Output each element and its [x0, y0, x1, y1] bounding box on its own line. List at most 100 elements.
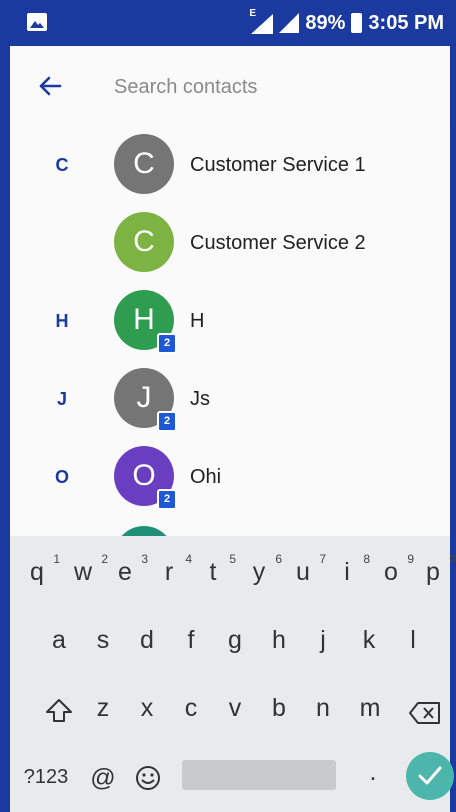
key-label: c [184, 694, 198, 722]
key-t[interactable]: t5 [200, 552, 236, 587]
contact-row[interactable]: C Customer Service 2 [10, 204, 450, 282]
avatar: C [114, 212, 174, 272]
device-frame-right [450, 0, 456, 812]
contact-row[interactable]: H H 2 H [10, 282, 450, 360]
key-l[interactable]: l [400, 626, 426, 655]
key-z[interactable]: z [90, 694, 116, 723]
back-arrow-icon[interactable] [32, 68, 68, 104]
key-hint: 1 [53, 552, 60, 566]
space-bar[interactable] [182, 760, 336, 790]
avatar-initial: O [132, 459, 156, 492]
sim-badge: 2 [157, 411, 177, 432]
search-input[interactable] [112, 68, 416, 106]
key-label: y [252, 558, 266, 586]
key-hint: 8 [363, 552, 370, 566]
key-hint: 6 [275, 552, 282, 566]
avatar-initial: J [136, 381, 152, 414]
avatar-initial: C [133, 147, 155, 180]
avatar: O 2 [114, 446, 177, 510]
contact-name: Js [190, 388, 210, 410]
device-frame-left [0, 0, 10, 812]
key-hint: 0 [449, 552, 456, 566]
key-label: d [140, 626, 154, 654]
key-label: q [30, 558, 44, 586]
signal-icon-1: E [249, 8, 274, 34]
key-label: r [164, 558, 174, 586]
key-r[interactable]: r4 [156, 552, 192, 587]
keyboard: q1 w2 e3 r4 t5 y6 u7 i8 o9 p0 a s d f g … [10, 536, 456, 812]
key-label: o [384, 558, 398, 586]
avatar: H 2 [114, 290, 177, 354]
key-label: h [272, 626, 286, 654]
key-d[interactable]: d [134, 626, 160, 655]
emoji-icon[interactable] [134, 764, 162, 792]
checkmark-icon [418, 766, 442, 785]
key-y[interactable]: y6 [246, 552, 282, 587]
key-w[interactable]: w2 [68, 552, 108, 587]
key-n[interactable]: n [310, 694, 336, 723]
avatar-initial: C [133, 225, 155, 258]
key-p[interactable]: p0 [420, 552, 456, 587]
key-label: k [362, 626, 376, 654]
key-q[interactable]: q1 [24, 552, 60, 587]
avatar: C [114, 134, 174, 194]
key-label: l [410, 626, 416, 654]
key-label: n [316, 694, 330, 722]
at-key[interactable]: @ [90, 764, 116, 793]
key-x[interactable]: x [134, 694, 160, 723]
key-a[interactable]: a [46, 626, 72, 655]
key-k[interactable]: k [356, 626, 382, 655]
contact-row[interactable]: O O 2 Ohi [10, 438, 450, 516]
key-label: @ [90, 764, 116, 792]
section-letter: C [55, 155, 69, 175]
key-label: j [320, 626, 326, 654]
status-bar: E 89% 3:05 PM [10, 0, 450, 46]
status-right: E 89% 3:05 PM [249, 0, 444, 46]
key-label: f [187, 626, 195, 654]
key-hint: 7 [319, 552, 326, 566]
key-g[interactable]: g [222, 626, 248, 655]
key-hint: 5 [229, 552, 236, 566]
key-label: . [369, 758, 377, 786]
key-m[interactable]: m [356, 694, 384, 723]
contact-row[interactable]: C C Customer Service 1 [10, 126, 450, 204]
key-label: i [344, 558, 350, 586]
key-h[interactable]: h [266, 626, 292, 655]
key-b[interactable]: b [266, 694, 292, 723]
contact-name: Customer Service 1 [190, 154, 366, 176]
avatar-initial: H [133, 303, 155, 336]
key-i[interactable]: i8 [334, 552, 370, 587]
contact-row[interactable]: J J 2 Js [10, 360, 450, 438]
section-letter: H [55, 311, 69, 331]
key-label: v [228, 694, 242, 722]
battery-icon [351, 13, 363, 33]
key-f[interactable]: f [178, 626, 204, 655]
partial-avatar [114, 526, 174, 536]
shift-icon[interactable] [44, 696, 74, 726]
backspace-icon[interactable] [408, 700, 442, 726]
key-label: t [209, 558, 217, 586]
symbols-key[interactable]: ?123 [20, 766, 72, 789]
image-notification-icon [27, 13, 47, 31]
sim-badge: 2 [157, 489, 177, 510]
key-o[interactable]: o9 [378, 552, 414, 587]
enter-button[interactable] [406, 752, 454, 800]
clock: 3:05 PM [368, 11, 444, 34]
key-label: x [140, 694, 154, 722]
key-j[interactable]: j [310, 626, 336, 655]
search-bar [10, 46, 450, 127]
key-hint: 3 [141, 552, 148, 566]
key-c[interactable]: c [178, 694, 204, 723]
key-hint: 2 [101, 552, 108, 566]
key-label: e [118, 558, 132, 586]
section-letter: O [54, 467, 69, 487]
key-v[interactable]: v [222, 694, 248, 723]
contact-name: Ohi [190, 466, 222, 488]
key-label: s [96, 626, 110, 654]
period-key[interactable]: . [364, 758, 382, 787]
key-label: b [272, 694, 286, 722]
key-s[interactable]: s [90, 626, 116, 655]
key-u[interactable]: u7 [290, 552, 326, 587]
key-e[interactable]: e3 [112, 552, 148, 587]
contact-list: C C Customer Service 1 C Customer Servic… [10, 126, 450, 536]
